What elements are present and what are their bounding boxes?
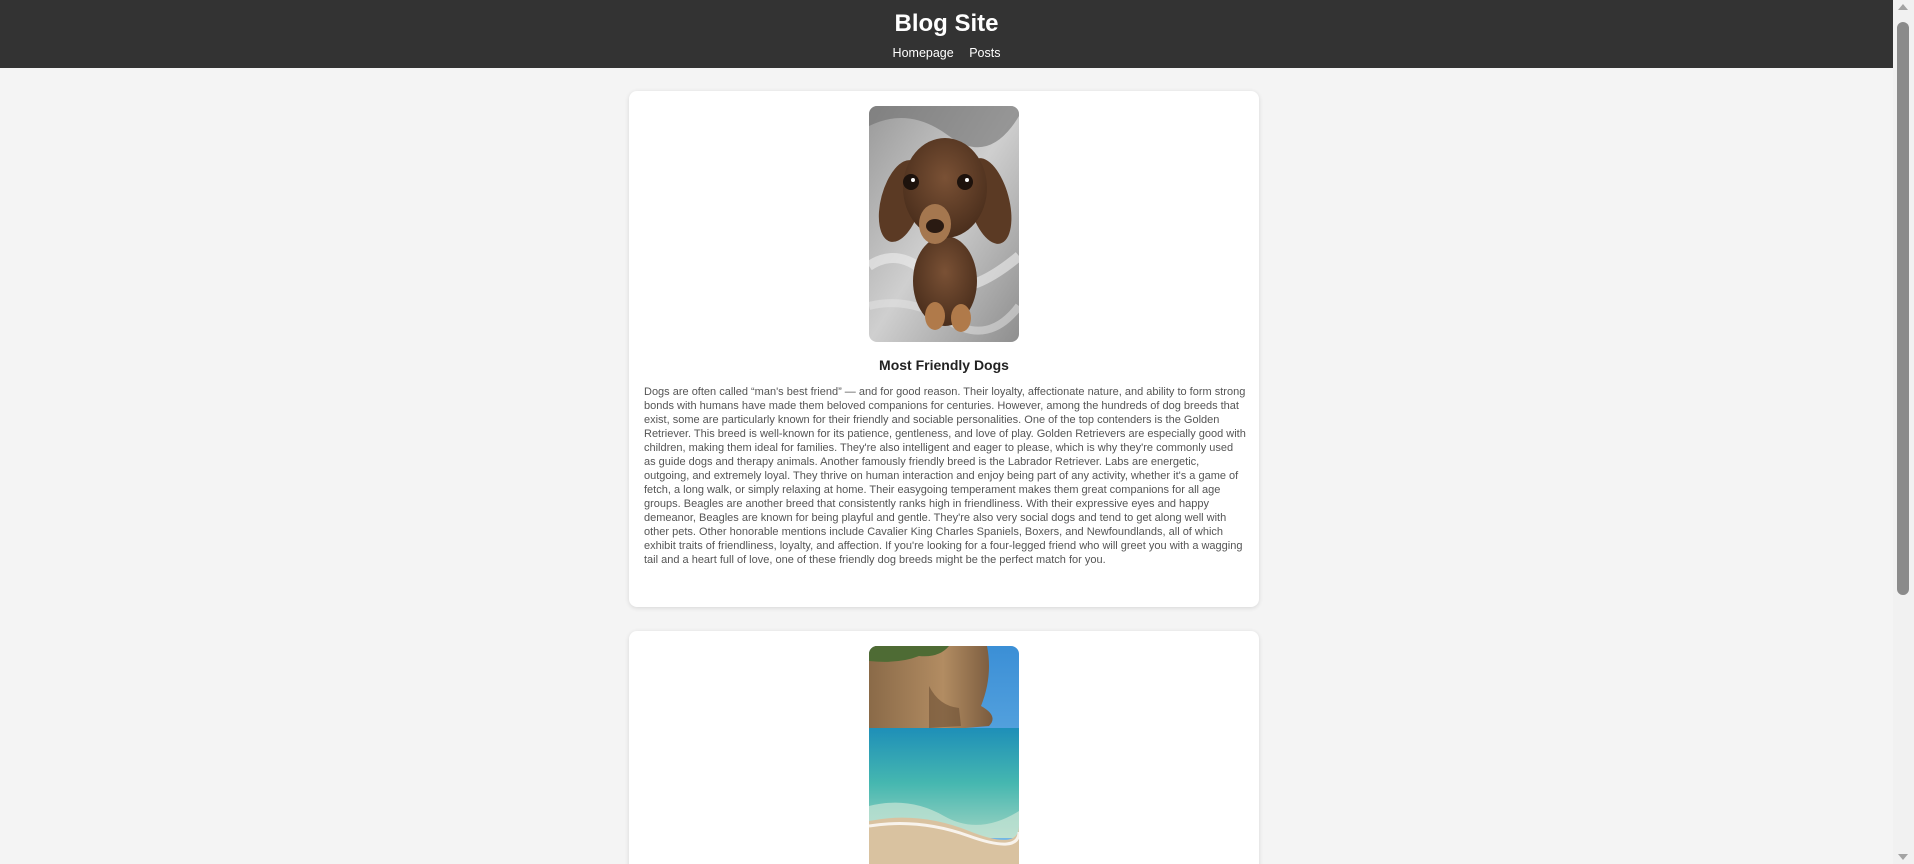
scroll-up-arrow-icon[interactable] [1898, 4, 1908, 10]
main-nav: Homepage Posts [0, 46, 1893, 61]
page-scrollbar[interactable] [1893, 0, 1914, 864]
post-image-dachshund-puppy [869, 106, 1019, 342]
site-header: Blog Site Homepage Posts [0, 0, 1893, 68]
nav-link-posts[interactable]: Posts [969, 46, 1000, 60]
site-title: Blog Site [894, 10, 999, 37]
post-title: Most Friendly Dogs [879, 357, 1009, 373]
scroll-down-arrow-icon[interactable] [1898, 854, 1908, 860]
post-card [629, 631, 1259, 864]
nav-link-homepage[interactable]: Homepage [893, 46, 954, 60]
page: Blog Site Homepage Posts Most Friendly D… [0, 0, 1914, 864]
scrollbar-thumb[interactable] [1897, 22, 1909, 595]
post-image-beach-cliffs [869, 646, 1019, 864]
post-card: Most Friendly Dogs Dogs are often called… [629, 91, 1259, 607]
post-body: Dogs are often called “man's best friend… [644, 386, 1246, 566]
